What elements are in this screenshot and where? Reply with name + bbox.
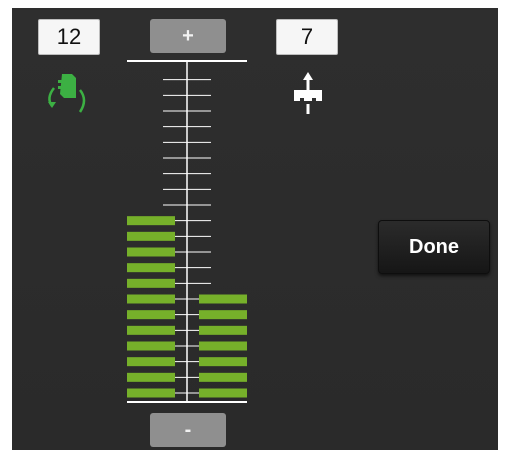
done-button[interactable]: Done	[378, 220, 490, 274]
right-level-bar	[199, 294, 247, 304]
left-level-bar	[127, 294, 175, 304]
adjustment-panel: 12 + 7 - Done	[12, 8, 498, 450]
left-level-bar	[127, 325, 175, 335]
done-label: Done	[409, 236, 459, 258]
right-level-bar	[199, 310, 247, 320]
right-level-bar	[199, 357, 247, 367]
left-level-bar	[127, 388, 175, 398]
left-level-bar	[127, 357, 175, 367]
right-level-bar	[199, 388, 247, 398]
right-level-bar	[199, 341, 247, 351]
right-level-bar	[199, 325, 247, 335]
left-level-bar	[127, 216, 175, 226]
left-level-bar	[127, 278, 175, 288]
decrease-button[interactable]: -	[150, 413, 226, 447]
left-level-bar	[127, 310, 175, 320]
left-level-bar	[127, 231, 175, 241]
right-level-bar	[199, 372, 247, 382]
left-level-bar	[127, 263, 175, 273]
decrease-label: -	[184, 419, 192, 441]
left-level-bar	[127, 372, 175, 382]
left-level-bar	[127, 341, 175, 351]
left-level-bar	[127, 247, 175, 257]
